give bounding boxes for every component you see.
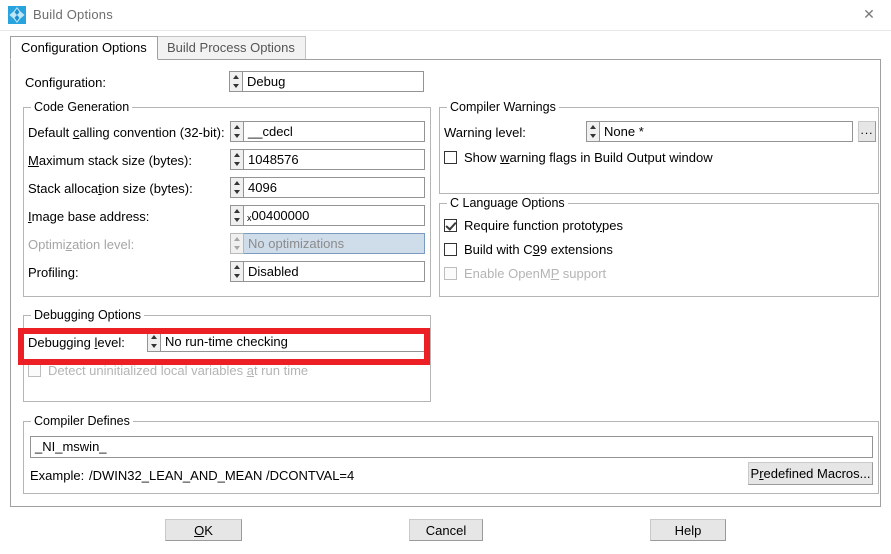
code-generation-group: Code Generation Default calling conventi…: [23, 107, 431, 297]
spinner-up-icon: [231, 234, 243, 244]
maximum-stack-size-label: Maximum stack size (bytes):: [28, 153, 192, 168]
tab-build-process-options[interactable]: Build Process Options: [156, 36, 306, 60]
spinner-up-icon[interactable]: [231, 150, 243, 160]
predefined-macros-button[interactable]: Predefined Macros...: [748, 462, 873, 485]
compiler-defines-input[interactable]: _NI_mswin_: [30, 436, 873, 458]
configuration-value[interactable]: Debug: [243, 71, 424, 92]
warning-level-spinner[interactable]: [586, 121, 600, 142]
image-base-address-spinner[interactable]: [230, 205, 244, 226]
configuration-field[interactable]: Debug: [229, 71, 424, 92]
spinner-down-icon[interactable]: [231, 216, 243, 226]
compiler-warnings-title: Compiler Warnings: [447, 100, 559, 114]
spinner-down-icon[interactable]: [148, 342, 160, 352]
profiling-label: Profiling:: [28, 265, 79, 280]
image-base-address-value-wrap[interactable]: x00400000: [244, 205, 425, 226]
show-warning-flags-checkbox[interactable]: Show warning flags in Build Output windo…: [444, 150, 713, 165]
warning-level-browse-button[interactable]: ...: [858, 121, 876, 142]
optimization-level-field: No optimizations: [230, 233, 425, 254]
enable-openmp-support-label: Enable OpenMP support: [464, 266, 606, 281]
cancel-button[interactable]: Cancel: [409, 519, 483, 541]
configuration-spinner[interactable]: [229, 71, 243, 92]
spinner-down-icon[interactable]: [231, 188, 243, 198]
window-title: Build Options: [33, 7, 113, 22]
spinner-up-icon[interactable]: [587, 122, 599, 132]
stack-allocation-size-field[interactable]: 4096: [230, 177, 425, 198]
compiler-warnings-group: Compiler Warnings Warning level: None * …: [439, 107, 879, 194]
debugging-level-field[interactable]: No run-time checking: [147, 331, 425, 352]
code-generation-title: Code Generation: [31, 100, 132, 114]
enable-openmp-support-checkbox: Enable OpenMP support: [444, 266, 606, 281]
spinner-up-icon[interactable]: [231, 178, 243, 188]
checkbox-box: [28, 364, 41, 377]
help-button[interactable]: Help: [650, 519, 726, 541]
debugging-level-value[interactable]: No run-time checking: [161, 331, 425, 352]
checkbox-box[interactable]: [444, 151, 457, 164]
stack-allocation-size-spinner[interactable]: [230, 177, 244, 198]
tab-strip: Build Process Options Configuration Opti…: [10, 36, 881, 60]
warning-level-field[interactable]: None *: [586, 121, 853, 142]
c-language-options-title: C Language Options: [447, 196, 568, 210]
spinner-up-icon[interactable]: [148, 332, 160, 342]
spinner-up-icon[interactable]: [231, 122, 243, 132]
image-base-address-field[interactable]: x00400000: [230, 205, 425, 226]
stack-allocation-size-label: Stack allocation size (bytes):: [28, 181, 193, 196]
optimization-level-value: No optimizations: [244, 233, 425, 254]
detect-uninitialized-locals-checkbox: Detect uninitialized local variables at …: [28, 363, 308, 378]
image-base-address-label: Image base address:: [28, 209, 149, 224]
debugging-level-label: Debugging level:: [28, 335, 125, 350]
show-warning-flags-label: Show warning flags in Build Output windo…: [464, 150, 713, 165]
spinner-up-icon[interactable]: [230, 72, 242, 82]
default-calling-convention-label: Default calling convention (32-bit):: [28, 125, 225, 140]
debugging-options-group: Debugging Options Debugging level: No ru…: [23, 315, 431, 402]
checkbox-box: [444, 267, 457, 280]
ok-label: OK: [194, 523, 213, 538]
default-calling-convention-value[interactable]: __cdecl: [244, 121, 425, 142]
configuration-options-panel: Configuration: Debug Code Generation Def…: [10, 59, 881, 507]
debugging-options-title: Debugging Options: [31, 308, 144, 322]
configuration-label: Configuration:: [25, 75, 106, 90]
maximum-stack-size-field[interactable]: 1048576: [230, 149, 425, 170]
spinner-down-icon[interactable]: [231, 132, 243, 142]
spinner-up-icon[interactable]: [231, 262, 243, 272]
compiler-defines-title: Compiler Defines: [31, 414, 133, 428]
detect-uninitialized-locals-label: Detect uninitialized local variables at …: [48, 363, 308, 378]
calling-convention-spinner[interactable]: [230, 121, 244, 142]
warning-level-label: Warning level:: [444, 125, 526, 140]
c-language-options-group: C Language Options Require function prot…: [439, 203, 879, 297]
profiling-spinner[interactable]: [230, 261, 244, 282]
profiling-field[interactable]: Disabled: [230, 261, 425, 282]
spinner-down-icon[interactable]: [230, 82, 242, 92]
compiler-defines-example-value: /DWIN32_LEAN_AND_MEAN /DCONTVAL=4: [89, 468, 354, 483]
require-function-prototypes-label: Require function prototypes: [464, 218, 623, 233]
stack-allocation-size-value[interactable]: 4096: [244, 177, 425, 198]
spinner-down-icon[interactable]: [231, 160, 243, 170]
checkbox-box[interactable]: [444, 219, 457, 232]
close-icon[interactable]: ✕: [847, 0, 891, 29]
optimization-level-spinner: [230, 233, 244, 254]
spinner-down-icon[interactable]: [587, 132, 599, 142]
optimization-level-label: Optimization level:: [28, 237, 134, 252]
profiling-value[interactable]: Disabled: [244, 261, 425, 282]
maximum-stack-size-value[interactable]: 1048576: [244, 149, 425, 170]
spinner-down-icon: [231, 244, 243, 254]
warning-level-value[interactable]: None *: [600, 121, 853, 142]
checkbox-box[interactable]: [444, 243, 457, 256]
build-with-c99-extensions-checkbox[interactable]: Build with C99 extensions: [444, 242, 613, 257]
ok-button[interactable]: OK: [165, 519, 242, 541]
build-with-c99-extensions-label: Build with C99 extensions: [464, 242, 613, 257]
default-calling-convention-field[interactable]: __cdecl: [230, 121, 425, 142]
spinner-down-icon[interactable]: [231, 272, 243, 282]
title-bar: Build Options ✕: [0, 0, 891, 31]
spinner-up-icon[interactable]: [231, 206, 243, 216]
maximum-stack-size-spinner[interactable]: [230, 149, 244, 170]
compiler-defines-group: Compiler Defines _NI_mswin_ Example: /DW…: [23, 421, 879, 494]
debugging-level-spinner[interactable]: [147, 331, 161, 352]
compiler-defines-example-label: Example:: [30, 468, 84, 483]
predefined-macros-label: Predefined Macros...: [751, 466, 871, 481]
labwindows-diamond-icon: [8, 6, 26, 24]
require-function-prototypes-checkbox[interactable]: Require function prototypes: [444, 218, 623, 233]
tab-configuration-options[interactable]: Configuration Options: [10, 36, 158, 60]
image-base-address-value: 00400000: [252, 208, 310, 223]
